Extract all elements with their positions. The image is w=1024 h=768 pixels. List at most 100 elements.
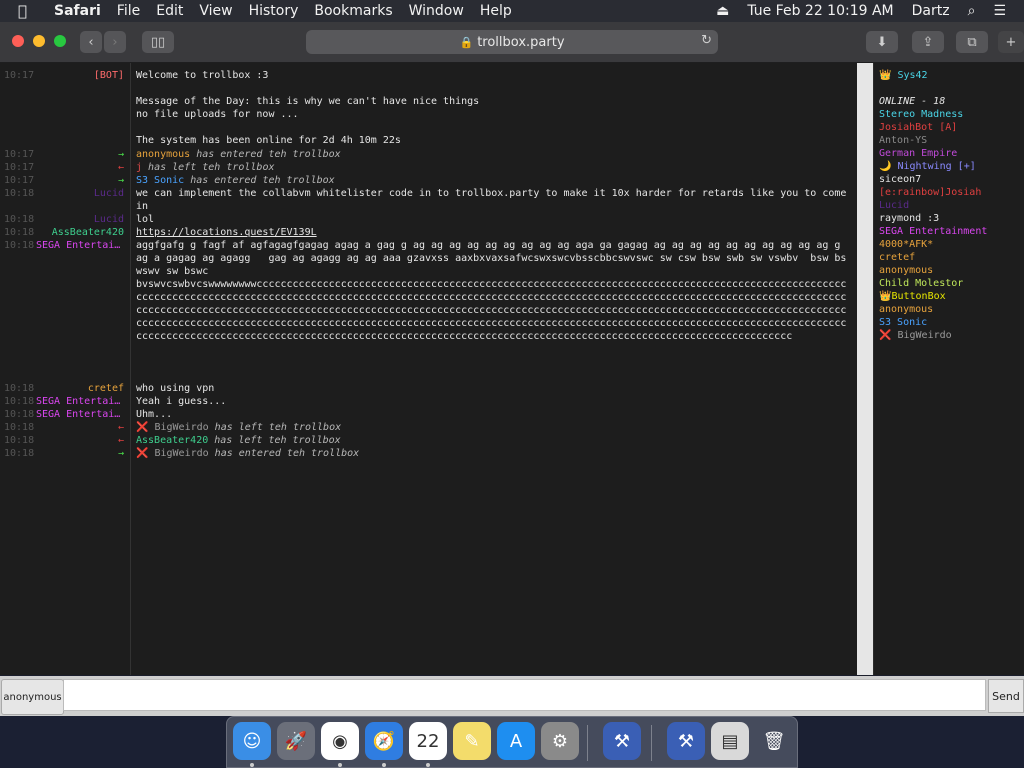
close-window-button[interactable] (12, 35, 24, 47)
clock[interactable]: Tue Feb 22 10:19 AM (747, 3, 893, 19)
menu-window[interactable]: Window (409, 3, 464, 19)
join-leave-arrow[interactable]: ← (36, 161, 124, 174)
join-leave-arrow[interactable]: → (36, 447, 124, 460)
user-list-item[interactable]: anonymous (879, 264, 933, 277)
message-nick[interactable]: SEGA Entertainment (36, 395, 124, 408)
message-text: Yeah i guess... (136, 396, 227, 407)
minimize-window-button[interactable] (33, 35, 45, 47)
user-list-item[interactable]: raymond :3 (879, 212, 939, 225)
menu-view[interactable]: View (199, 3, 232, 19)
message-nick[interactable]: Lucid (36, 187, 124, 200)
event-message: ❌ BigWeirdo has entered teh trollbox (136, 447, 852, 460)
dock-running-indicator (382, 763, 386, 767)
reload-icon[interactable]: ↻ (701, 33, 712, 48)
browser-toolbar: ‹ › ▯▯ 🔒 trollbox.party ↻ ⬇ ⇪ ⧉ + (0, 22, 1024, 63)
message-text: who using vpn (136, 383, 215, 394)
menu-file[interactable]: File (117, 3, 140, 19)
event-user[interactable]: ❌ BigWeirdo (136, 448, 209, 459)
join-leave-arrow[interactable]: → (36, 174, 124, 187)
event-message: AssBeater420 has left teh trollbox (136, 434, 852, 447)
event-user[interactable]: S3 Sonic (136, 175, 184, 186)
dock-finder-icon[interactable]: ☺ (233, 722, 271, 760)
address-bar[interactable]: 🔒 trollbox.party ↻ (306, 30, 718, 54)
user-list-item[interactable]: siceon7 (879, 173, 921, 186)
dock-trash-icon[interactable]: 🗑 (755, 722, 793, 760)
message-input[interactable] (63, 679, 986, 711)
menu-app-name[interactable]: Safari (54, 3, 101, 19)
user-list-item[interactable]: Stereo Madness (879, 108, 963, 121)
send-button[interactable]: Send (988, 679, 1024, 713)
message-link[interactable]: https://locations.quest/EV139L (136, 226, 852, 239)
menu-help[interactable]: Help (480, 3, 512, 19)
self-user: 👑 Sys42 (879, 70, 928, 81)
dock-chrome-icon[interactable]: ◉ (321, 722, 359, 760)
event-user[interactable]: AssBeater420 (136, 435, 208, 446)
dock-app-store-icon[interactable]: A (497, 722, 535, 760)
user-name[interactable]: Dartz (912, 3, 950, 19)
message-time: 10:17 (4, 70, 35, 81)
join-leave-arrow[interactable]: ← (36, 421, 124, 434)
message-nick[interactable]: cretef (36, 382, 124, 395)
forward-button[interactable]: › (104, 31, 126, 53)
message-nick[interactable]: AssBeater420 (36, 226, 124, 239)
spotlight-icon[interactable]: ⌕ (968, 3, 976, 19)
event-message: j has left teh trollbox (136, 161, 852, 174)
user-list-item[interactable]: 👑ButtonBox (879, 290, 946, 303)
message-time: 10:18 (4, 422, 35, 433)
user-list-item[interactable]: ❌ BigWeirdo (879, 329, 952, 342)
menu-edit[interactable]: Edit (156, 3, 183, 19)
dock-running-indicator (426, 763, 430, 767)
message-text: Welcome to trollbox :3 Message of the Da… (136, 70, 480, 146)
dock-safari-icon[interactable]: 🧭 (365, 722, 403, 760)
share-button[interactable]: ⇪ (912, 31, 944, 53)
user-list-item[interactable]: Lucid (879, 199, 909, 212)
message-nick[interactable]: [BOT] (36, 69, 124, 82)
notification-center-icon[interactable]: ☰ (993, 3, 1006, 19)
event-text: has left teh trollbox (142, 162, 275, 173)
message-nick[interactable]: Lucid (36, 213, 124, 226)
user-list-item[interactable]: JosiahBot [A] (879, 121, 957, 134)
dock-running-indicator (250, 763, 254, 767)
message-nick[interactable]: SEGA Entertainment (36, 239, 124, 252)
menu-bookmarks[interactable]: Bookmarks (314, 3, 392, 19)
back-button[interactable]: ‹ (80, 31, 102, 53)
column-divider (130, 63, 131, 675)
dock-xcode-2-icon[interactable]: ⚒ (667, 722, 705, 760)
nickname-button[interactable]: anonymous (1, 679, 64, 715)
message-time: 10:17 (4, 162, 35, 173)
sidebar-toggle-button[interactable]: ▯▯ (142, 31, 174, 53)
user-list-item[interactable]: S3 Sonic (879, 316, 927, 329)
dock-preview-icon[interactable]: ▤ (711, 722, 749, 760)
new-tab-button[interactable]: + (998, 31, 1024, 53)
message-nick[interactable]: SEGA Entertainment (36, 408, 124, 421)
user-list-item[interactable]: anonymous (879, 303, 933, 316)
downloads-button[interactable]: ⬇ (866, 31, 898, 53)
user-list-item[interactable]: [e:rainbow]Josiah (879, 186, 981, 199)
dock-launchpad-icon[interactable]: 🚀 (277, 722, 315, 760)
apple-icon[interactable]:  (18, 2, 40, 20)
event-user[interactable]: ❌ BigWeirdo (136, 422, 209, 433)
user-list-item[interactable]: German Empire (879, 147, 957, 160)
join-leave-arrow[interactable]: → (36, 148, 124, 161)
user-list-item[interactable]: Anton-YS (879, 134, 927, 147)
dock-xcode-icon[interactable]: ⚒ (603, 722, 641, 760)
user-list-item[interactable]: Child Molestor (879, 277, 963, 290)
menu-history[interactable]: History (249, 3, 299, 19)
join-leave-arrow[interactable]: ← (36, 434, 124, 447)
chat-scrollbar[interactable] (857, 63, 873, 675)
user-list-item[interactable]: cretef (879, 251, 915, 264)
chat-log[interactable]: 10:17 [BOT] Welcome to trollbox :3 Message… (0, 63, 856, 675)
event-user[interactable]: anonymous (136, 149, 190, 160)
message-text: we can implement the collabvm whiteliste… (136, 188, 853, 212)
eject-icon[interactable]: ⏏ (716, 3, 729, 19)
user-list-item[interactable]: 4000*AFK* (879, 238, 933, 251)
message-time: 10:18 (4, 188, 35, 199)
dock-notes-icon[interactable]: ✎ (453, 722, 491, 760)
user-list-item[interactable]: 🌙 Nightwing [+] (879, 160, 976, 173)
tab-overview-button[interactable]: ⧉ (956, 31, 988, 53)
user-list-item[interactable]: SEGA Entertainment (879, 225, 987, 238)
zoom-window-button[interactable] (54, 35, 66, 47)
dock-system-preferences-icon[interactable]: ⚙ (541, 722, 579, 760)
chevron-left-icon: ‹ (88, 34, 94, 50)
dock-calendar-icon[interactable]: 22 (409, 722, 447, 760)
